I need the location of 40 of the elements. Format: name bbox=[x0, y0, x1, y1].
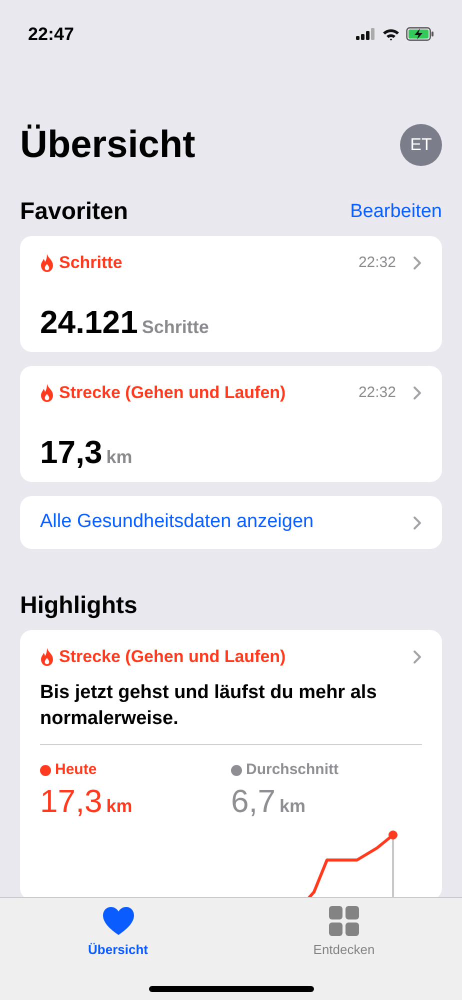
chevron-icon bbox=[413, 386, 422, 400]
chevron-icon bbox=[413, 516, 422, 530]
page-title: Übersicht bbox=[20, 123, 196, 168]
metric-label: Strecke (Gehen und Laufen) bbox=[59, 382, 287, 404]
avatar-button[interactable]: ET bbox=[400, 124, 442, 166]
highlight-message: Bis jetzt gehst und läufst du mehr als normalerweise. bbox=[40, 681, 378, 731]
battery-icon bbox=[406, 27, 434, 41]
metric-value: 24.121 bbox=[40, 304, 138, 340]
metric-value: 17,3 bbox=[40, 434, 102, 470]
metric-time: 22:32 bbox=[358, 252, 396, 273]
tab-item[interactable]: Entdecken bbox=[284, 906, 404, 960]
chevron-icon bbox=[413, 650, 422, 664]
stat-label: Heute bbox=[55, 760, 97, 780]
highlight-card[interactable]: Strecke (Gehen und Laufen) Bis jetzt gehst und läufst du mehr als normalerweise. Heute 17,3 km Durchschnitt 6,7 km bbox=[20, 630, 442, 897]
chevron-icon bbox=[413, 256, 422, 270]
wifi-icon bbox=[382, 28, 400, 40]
stat-value: 17,3 bbox=[40, 782, 102, 820]
favorite-card[interactable]: Schritte 22:32 24.121 Schritte bbox=[20, 236, 442, 352]
flame-icon bbox=[40, 384, 54, 402]
stat-label: Durchschnitt bbox=[246, 760, 339, 780]
section-title: Highlights bbox=[19, 591, 138, 621]
grid-icon bbox=[329, 906, 359, 936]
heart-icon bbox=[102, 906, 134, 936]
metric-unit: km bbox=[106, 446, 132, 469]
edit-link[interactable]: Bearbeiten bbox=[350, 198, 442, 226]
metric-label: Schritte bbox=[59, 252, 124, 274]
favorite-card[interactable]: Strecke (Gehen und Laufen) 22:32 17,3 km bbox=[20, 366, 442, 482]
metric-unit: Schritte bbox=[142, 316, 209, 339]
status-time: 22:47 bbox=[28, 22, 74, 46]
metric-label: Strecke (Gehen und Laufen) bbox=[59, 646, 287, 668]
stat-value: 6,7 bbox=[231, 782, 276, 820]
signal-icon bbox=[356, 28, 376, 40]
section-title: Favoriten bbox=[20, 197, 128, 227]
stat-unit: km bbox=[279, 794, 306, 818]
flame-icon bbox=[40, 254, 54, 272]
all-data-link[interactable]: Alle Gesundheitsdaten anzeigen bbox=[20, 496, 442, 549]
stat-unit: km bbox=[106, 794, 132, 818]
flame-icon bbox=[40, 648, 54, 666]
tab-item[interactable]: Übersicht bbox=[58, 906, 178, 960]
metric-time: 22:32 bbox=[358, 382, 396, 403]
